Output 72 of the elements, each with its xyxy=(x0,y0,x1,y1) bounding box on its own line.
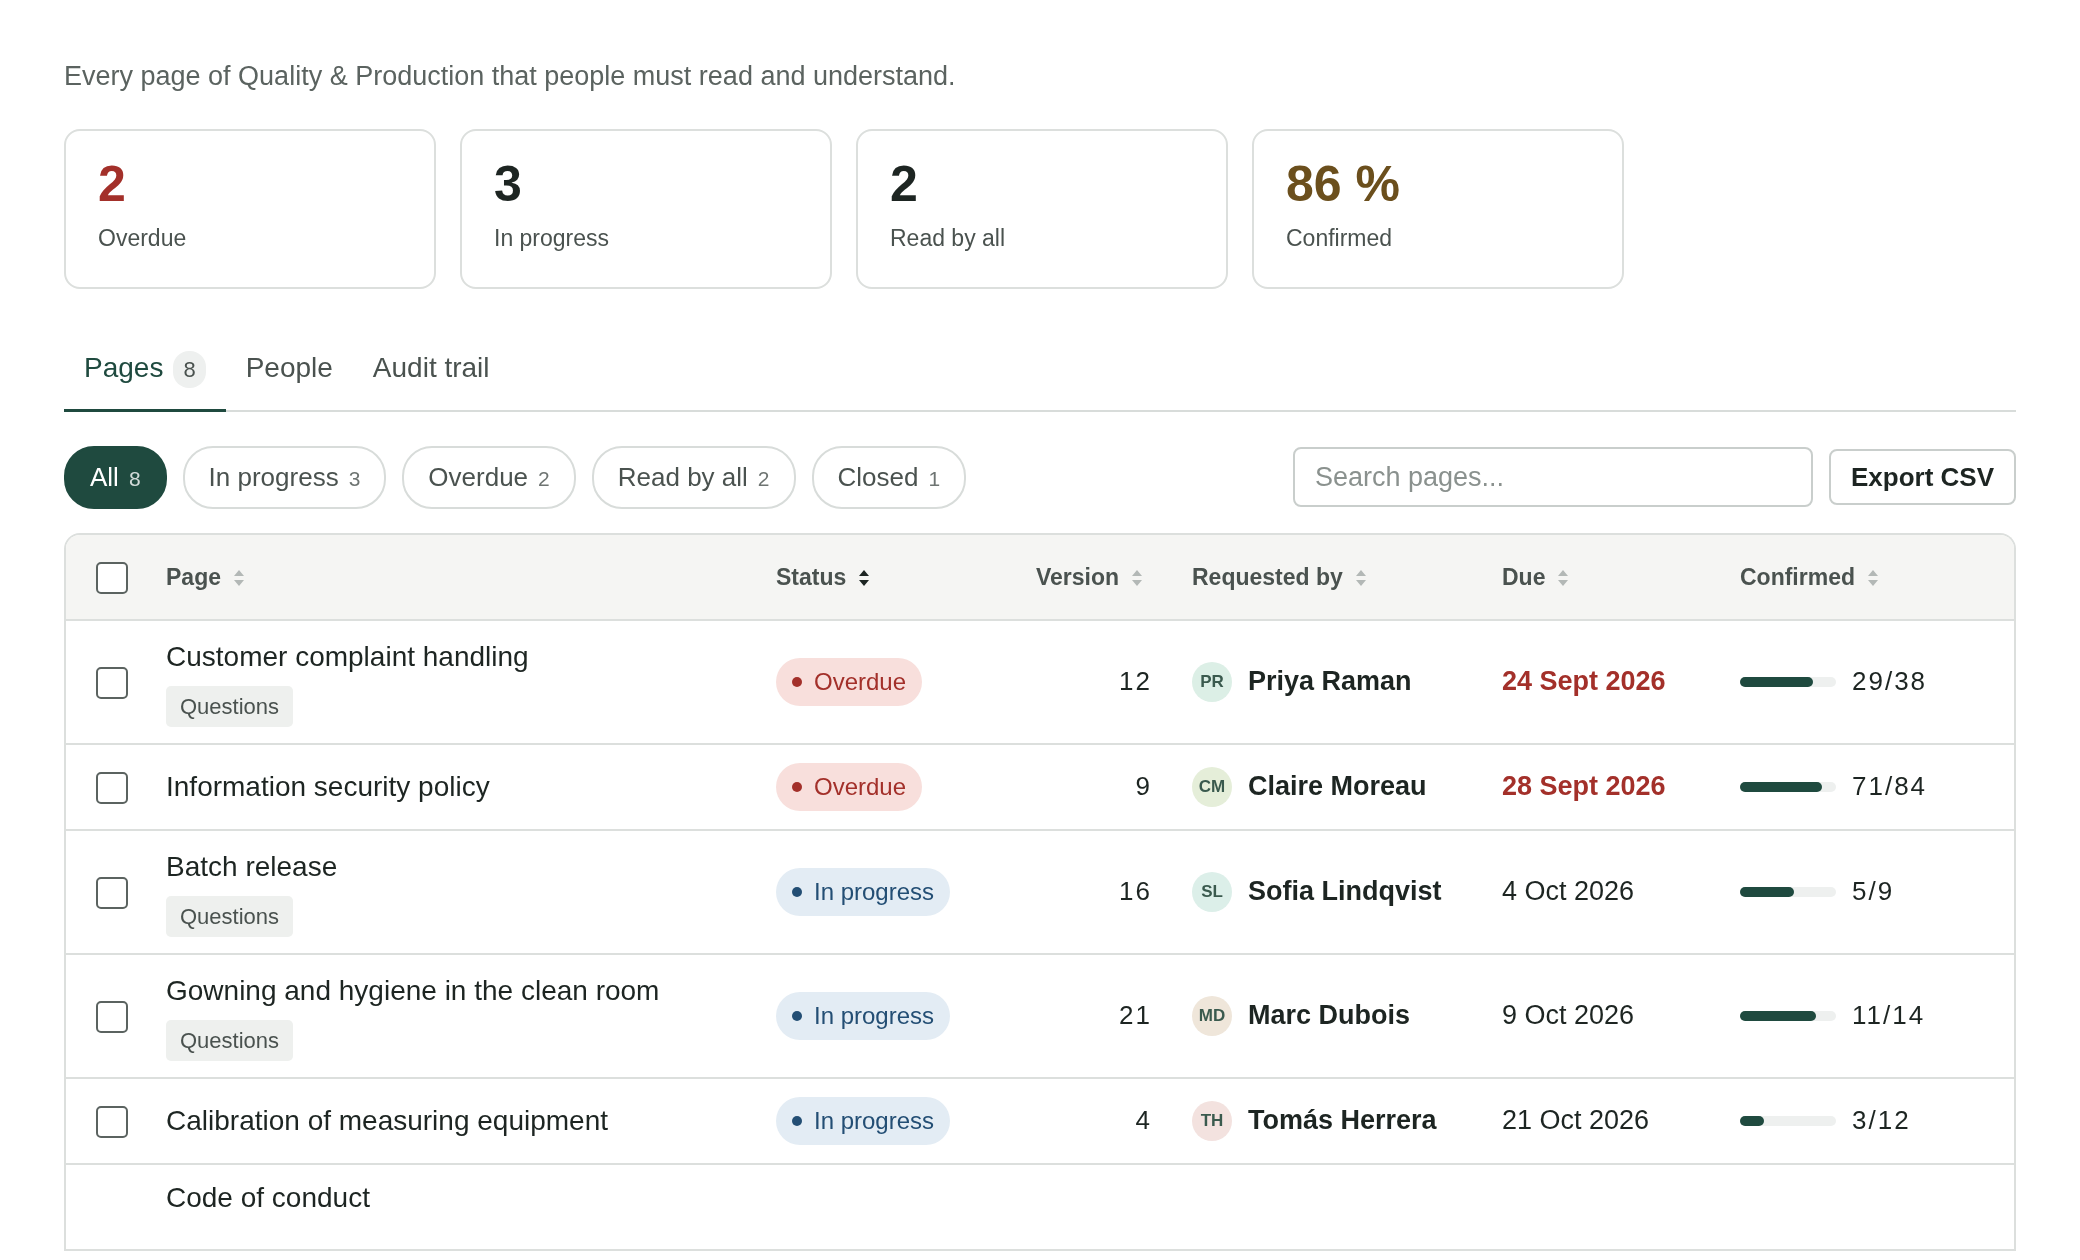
filter-chip[interactable]: Closed 1 xyxy=(811,445,967,509)
confirmed-count: 29/38 xyxy=(1852,665,1928,698)
page-title[interactable]: Calibration of measuring equipment xyxy=(166,1099,776,1142)
tab[interactable]: Pages 8 xyxy=(64,328,226,412)
confirmed-count: 11/14 xyxy=(1852,999,1926,1032)
stat-value: 3 xyxy=(494,158,523,209)
page-title[interactable]: Customer complaint handling xyxy=(166,636,776,678)
page-title[interactable]: Information security policy xyxy=(166,765,776,808)
due-date: 21 Oct 2026 xyxy=(1502,1105,1650,1136)
column-header[interactable]: Confirmed xyxy=(1740,564,1855,590)
stat-label: In progress xyxy=(494,223,611,253)
requester-name: Marc Dubois xyxy=(1248,999,1411,1033)
page-title[interactable]: Gowning and hygiene in the clean room xyxy=(166,970,776,1012)
column-header[interactable]: Status xyxy=(776,564,847,590)
avatar: MD xyxy=(1192,995,1232,1036)
version-number: 16 xyxy=(1119,876,1152,906)
export-button[interactable]: Export CSV xyxy=(1828,449,2016,505)
page-title[interactable]: Code of conduct xyxy=(166,1176,776,1219)
requester-name: Sofia Lindqvist xyxy=(1248,875,1442,909)
row-checkbox[interactable] xyxy=(96,667,128,700)
filter-chip[interactable]: Overdue 2 xyxy=(402,445,576,509)
version-number: 21 xyxy=(1119,1000,1152,1030)
version-number: 4 xyxy=(1135,1105,1152,1135)
page-title[interactable]: Batch release xyxy=(166,846,776,888)
filter-chip[interactable]: In progress 3 xyxy=(182,445,387,509)
column-header[interactable]: Requested by xyxy=(1192,564,1343,590)
status-badge: Overdue xyxy=(776,657,923,706)
tag: Questions xyxy=(166,1020,294,1061)
status-badge: In progress xyxy=(776,991,951,1040)
column-header[interactable]: Due xyxy=(1502,564,1546,590)
row-checkbox[interactable] xyxy=(96,1001,128,1034)
confirmed-count: 3/12 xyxy=(1852,1104,1911,1137)
avatar: PR xyxy=(1192,661,1232,702)
version-number: 12 xyxy=(1119,666,1152,696)
count-badge: 8 xyxy=(173,350,206,388)
avatar: SL xyxy=(1192,871,1232,912)
tag: Questions xyxy=(166,896,294,937)
filter-chip[interactable]: Read by all 2 xyxy=(591,445,796,509)
requester-name: Tomás Herrera xyxy=(1248,1104,1437,1138)
stat-label: Read by all xyxy=(890,223,1007,253)
confirmed-count: 71/84 xyxy=(1852,770,1928,803)
column-header[interactable]: Version xyxy=(1036,564,1120,590)
due-date: 9 Oct 2026 xyxy=(1502,1000,1635,1031)
stat-value: 86 % xyxy=(1286,158,1401,209)
column-header[interactable]: Page xyxy=(166,564,221,590)
requester-name: Claire Moreau xyxy=(1248,770,1427,804)
tag: Questions xyxy=(166,686,294,727)
status-badge: Overdue xyxy=(776,762,923,811)
stat-value: 2 xyxy=(98,158,127,209)
avatar: CM xyxy=(1192,766,1232,807)
status-badge: In progress xyxy=(776,1096,951,1145)
stat-value: 2 xyxy=(890,158,919,209)
filter-chip[interactable]: All 8 xyxy=(64,445,167,509)
select-all-checkbox[interactable] xyxy=(96,562,128,595)
row-checkbox[interactable] xyxy=(96,1106,128,1139)
version-number: 9 xyxy=(1135,771,1152,801)
confirmed-count: 5/9 xyxy=(1852,875,1895,908)
row-checkbox[interactable] xyxy=(96,877,128,910)
sort-icon[interactable] xyxy=(858,569,871,588)
due-date: 28 Sept 2026 xyxy=(1502,771,1666,802)
due-date: 4 Oct 2026 xyxy=(1502,876,1635,907)
tab[interactable]: Audit trail xyxy=(352,328,510,412)
status-badge: In progress xyxy=(776,867,951,916)
page-description: Every page of Quality & Production that people must read and understand. xyxy=(64,60,957,93)
due-date: 24 Sept 2026 xyxy=(1502,666,1666,697)
stat-label: Overdue xyxy=(98,223,188,253)
requester-name: Priya Raman xyxy=(1248,665,1412,699)
stat-label: Confirmed xyxy=(1286,223,1394,253)
tab[interactable]: People xyxy=(225,328,353,412)
avatar: TH xyxy=(1192,1100,1232,1141)
row-checkbox[interactable] xyxy=(96,772,128,805)
search-field[interactable]: Search pages... xyxy=(1292,447,1813,507)
